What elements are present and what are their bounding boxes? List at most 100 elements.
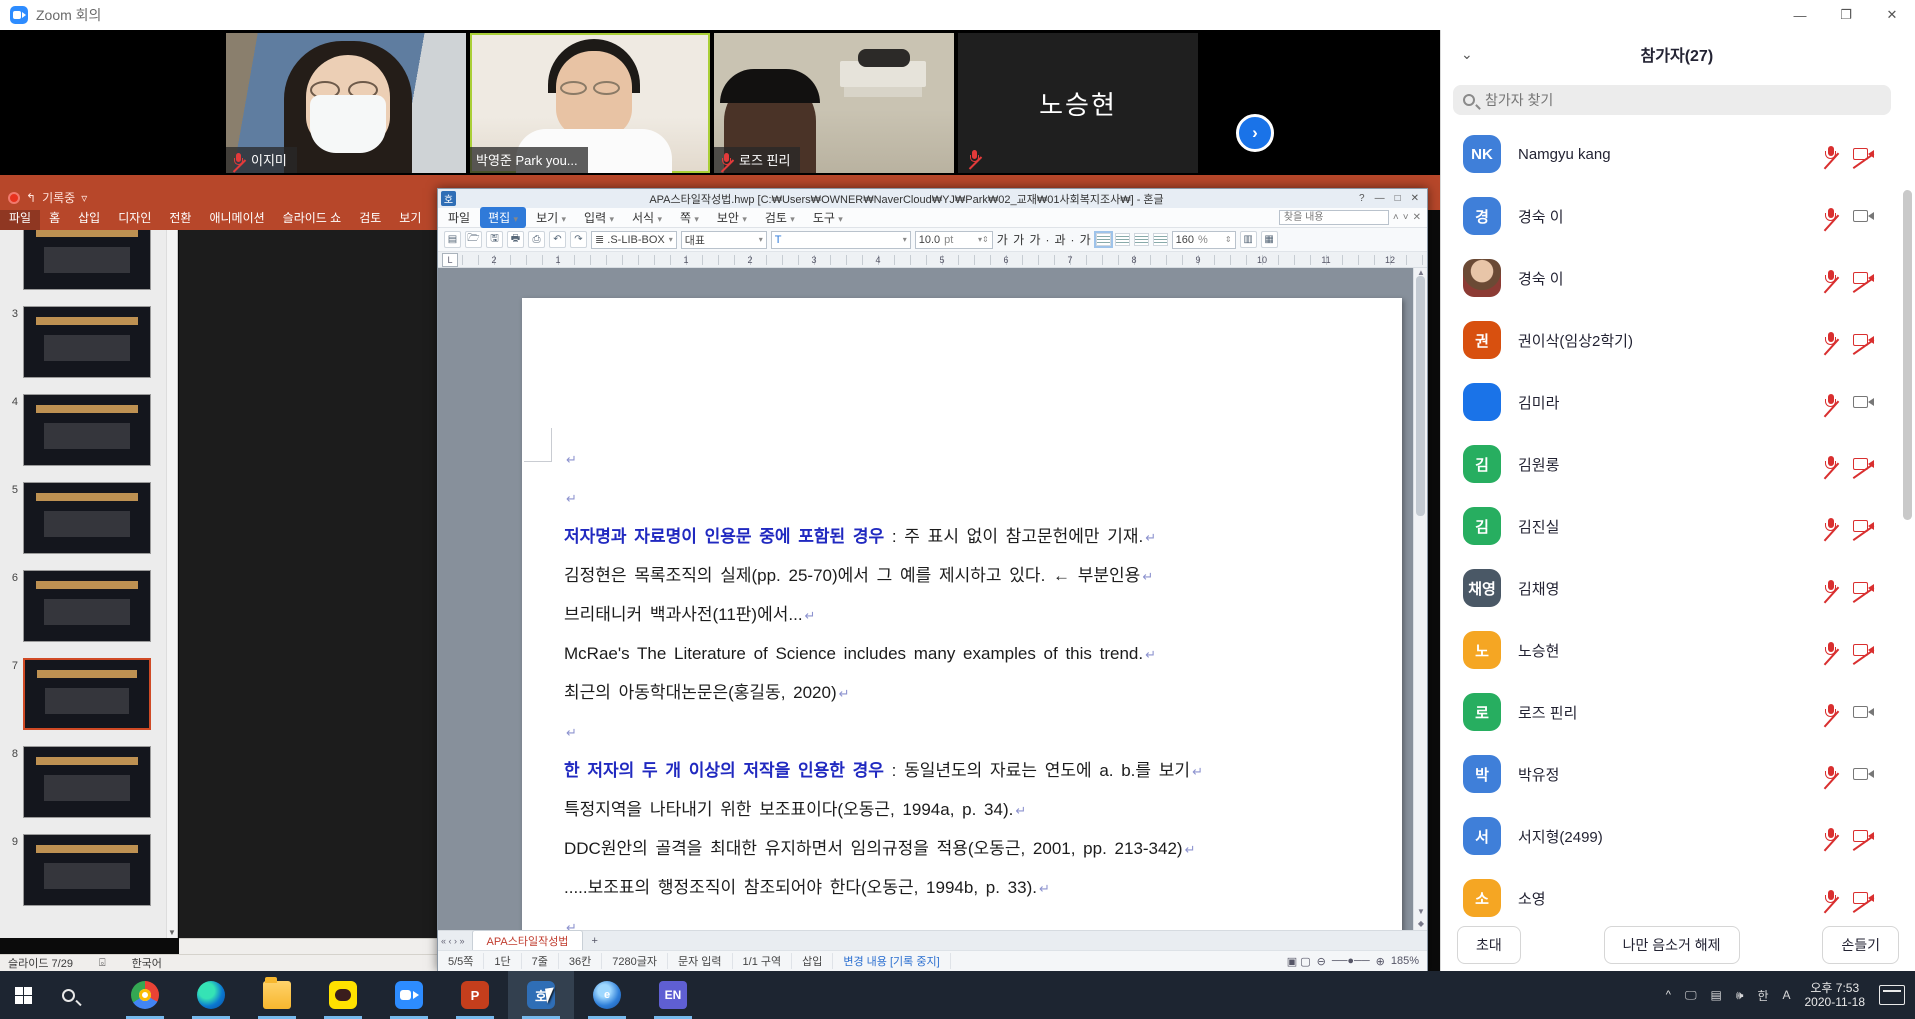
slide-thumbnail-item[interactable]: 5 [6, 482, 164, 556]
slide-thumbnail[interactable] [23, 834, 151, 906]
document-text-line[interactable]: McRae's The Literature of Science includ… [564, 635, 1294, 674]
hwp-menu-item[interactable]: 서식 ▾ [624, 207, 670, 228]
taskbar-app-powerpoint[interactable]: P [442, 971, 508, 1019]
hwp-help-button[interactable]: ? [1359, 193, 1365, 204]
participant-row[interactable]: 소 소영 [1441, 867, 1915, 929]
participants-scrollbar[interactable] [1903, 125, 1912, 935]
font-face-combo[interactable]: T▾ [771, 231, 911, 249]
print-icon[interactable]: 🖶 [507, 231, 524, 248]
unmute-me-button[interactable]: 나만 음소거 해제 [1604, 926, 1740, 964]
slide-thumbnail-item[interactable]: 2 [6, 230, 164, 292]
slide-thumbnail-item[interactable]: 9 [6, 834, 164, 908]
document-text-line[interactable]: 한 저자의 두 개 이상의 저작을 인용한 경우 : 동일년도의 자료는 연도에… [564, 752, 1294, 791]
page-nav-icon[interactable]: ◆ [1414, 919, 1428, 928]
battery-icon[interactable]: ▤ [1711, 988, 1722, 1002]
hwp-menu-item[interactable]: 도구 ▾ [805, 207, 851, 228]
document-text-line[interactable]: 저자명과 자료명이 인용문 중에 포함된 경우 : 주 표시 없이 참고문헌에만… [564, 518, 1294, 557]
taskbar-app-zoom[interactable] [376, 971, 442, 1019]
display-icon[interactable]: 🖵 [1685, 988, 1697, 1003]
action-center-icon[interactable] [1879, 985, 1905, 1005]
ppt-ribbon-tab[interactable]: E [430, 210, 437, 230]
tab-nav-icons[interactable]: « ‹ › » [438, 936, 468, 946]
open-folder-icon[interactable]: 🗁 [465, 231, 482, 248]
qat-more-icon[interactable]: ▿ [81, 191, 87, 205]
new-tab-button[interactable]: + [583, 935, 605, 947]
slide-thumbnail-item[interactable]: 6 [6, 570, 164, 644]
ppt-language[interactable]: 한국어 [132, 955, 162, 971]
ppt-horizontal-scrollbar[interactable] [179, 938, 437, 954]
hwp-menu-item[interactable]: 검토 ▾ [757, 207, 803, 228]
hwp-vertical-scrollbar[interactable]: ▲ ▼ ◆ [1413, 268, 1427, 930]
participants-search[interactable] [1453, 85, 1891, 115]
ppt-ribbon-tab[interactable]: 보기 [390, 210, 430, 230]
ppt-ribbon-tab[interactable]: 검토 [350, 210, 390, 230]
ime-mode-indicator[interactable]: A [1782, 988, 1790, 1002]
participant-row[interactable]: 권 권이삭(임상2학기) [1441, 309, 1915, 371]
ppt-slide-panel[interactable]: 2 3 4 5 6 7 8 9 [0, 230, 178, 938]
undo-icon[interactable]: ↶ [549, 231, 566, 248]
bold-italic-underline-buttons[interactable]: 가 가 가 ∙ 과 ∙ 가 [997, 231, 1092, 248]
taskbar-app-hwp[interactable]: 호 [508, 971, 574, 1019]
zoom-level[interactable]: 185% [1391, 955, 1419, 967]
ppt-ribbon-tab[interactable]: 전환 [160, 210, 200, 230]
participant-row[interactable]: 경 경숙 이 [1441, 185, 1915, 247]
find-input[interactable] [1279, 210, 1389, 225]
hwp-document-area[interactable]: ↵ ↵ 저자명과 자료명이 인용문 중에 포함된 경우 : 주 표시 없이 참고… [438, 268, 1415, 930]
video-tile-active-speaker[interactable]: 박영준 Park you... [470, 33, 710, 173]
spellcheck-icon[interactable]: ⌻ [99, 957, 106, 970]
save-icon[interactable]: 🖫 [486, 231, 503, 248]
taskbar-app-language[interactable]: EN [640, 971, 706, 1019]
ppt-ribbon-tab[interactable]: 슬라이드 쇼 [274, 210, 351, 230]
slide-thumbnail-item[interactable]: 4 [6, 394, 164, 468]
participant-row[interactable]: 김미라 [1441, 371, 1915, 433]
slide-thumbnail-item[interactable]: 7 [6, 658, 164, 732]
start-button[interactable] [0, 971, 46, 1019]
zoom-in-icon[interactable]: ⊕ [1376, 955, 1385, 968]
scroll-down-icon[interactable]: ▼ [1414, 907, 1428, 916]
document-text-line[interactable]: .....보조표의 행정조직이 참조되어야 한다(오동근, 1994b, p. … [564, 869, 1294, 908]
participant-row[interactable]: 김 김진실 [1441, 495, 1915, 557]
hwp-menu-item[interactable]: 편집 ▾ [480, 207, 526, 228]
taskbar-search-button[interactable] [46, 971, 90, 1019]
participant-row[interactable]: 김 김원롱 [1441, 433, 1915, 495]
document-text-line[interactable]: ↵ [564, 908, 1294, 930]
document-text-line[interactable]: ↵ [564, 713, 1294, 752]
participant-row[interactable]: 서 서지형(2499) [1441, 805, 1915, 867]
participants-search-input[interactable] [1483, 91, 1881, 109]
slide-thumbnail[interactable] [23, 482, 151, 554]
hwp-menu-item[interactable]: 입력 ▾ [576, 207, 622, 228]
panel-collapse-chevron-icon[interactable]: ⌄ [1461, 46, 1473, 63]
zoom-out-icon[interactable]: ⊖ [1317, 955, 1326, 968]
hwp-menu-item[interactable]: 파일 [440, 207, 478, 228]
document-text-line[interactable]: 최근의 아동학대논문은(홍길동, 2020)↵ [564, 674, 1294, 713]
tray-expand-chevron-icon[interactable]: ^ [1666, 989, 1671, 1001]
font-type-combo[interactable]: 대표▾ [681, 231, 767, 249]
find-prev-icon[interactable]: ˄ [1393, 212, 1399, 223]
ppt-ribbon-tab[interactable]: 홈 [40, 210, 69, 230]
hwp-menu-item[interactable]: 쪽 ▾ [672, 207, 707, 228]
hwp-menu-item[interactable]: 보기 ▾ [528, 207, 574, 228]
ime-korean-indicator[interactable]: 한 [1757, 987, 1768, 1004]
taskbar-app-kakaotalk[interactable] [310, 971, 376, 1019]
font-size-combo[interactable]: 10.0pt▾⇕ [915, 231, 993, 249]
participant-row[interactable]: 노 노승현 [1441, 619, 1915, 681]
slide-thumbnail-item[interactable]: 3 [6, 306, 164, 380]
hwp-menu-item[interactable]: 보안 ▾ [709, 207, 755, 228]
video-tile[interactable]: 이지미 [226, 33, 466, 173]
document-tab[interactable]: APA스타일작성법 [472, 930, 584, 951]
ppt-edit-area[interactable] [179, 230, 437, 938]
slide-thumbnail[interactable] [23, 230, 151, 290]
document-text-line[interactable]: 브리태니커 백과사전(11판)에서...↵ [564, 596, 1294, 635]
ppt-ribbon-tab[interactable]: 파일 [0, 210, 40, 230]
taskbar-app-explorer[interactable] [244, 971, 310, 1019]
find-next-icon[interactable]: ˅ [1403, 212, 1409, 223]
redo-icon[interactable]: ↷ [570, 231, 587, 248]
next-videos-page-button[interactable]: › [1236, 114, 1274, 152]
align-justify-button[interactable] [1096, 233, 1111, 246]
new-document-icon[interactable]: ▤ [444, 231, 461, 248]
slide-thumbnail[interactable] [23, 570, 151, 642]
slide-thumbnail[interactable] [23, 658, 151, 730]
document-text-line[interactable]: ↵ [564, 440, 1294, 479]
document-text-line[interactable]: DDC원안의 골격을 최대한 유지하면서 임의규정을 적용(오동근, 2001,… [564, 830, 1294, 869]
slide-thumbnail-item[interactable]: 8 [6, 746, 164, 820]
